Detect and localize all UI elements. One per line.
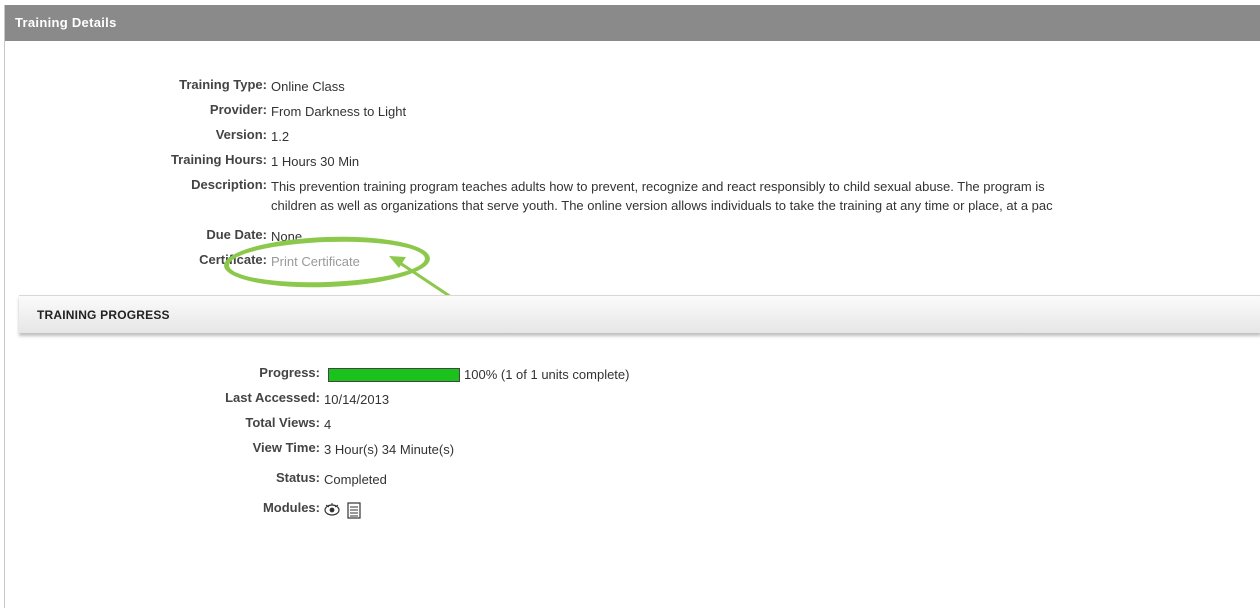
training-progress-header: TRAINING PROGRESS [19,295,1260,333]
view-time-value: 3 Hour(s) 34 Minute(s) [324,442,455,457]
last-accessed-value: 10/14/2013 [324,392,390,407]
last-accessed-row: Last Accessed: [5,390,320,410]
training-progress-title: TRAINING PROGRESS [37,308,170,322]
document-list-icon[interactable] [347,502,361,519]
modules-label: Modules: [262,500,320,515]
last-accessed-label: Last Accessed: [225,390,320,405]
progress-row: Progress: [5,365,320,385]
progress-bar-fill [329,369,459,381]
total-views-row: Total Views: [5,415,320,435]
status-label: Status: [275,470,320,485]
modules-row: Modules: [5,500,320,520]
view-time-row: View Time: [5,440,320,460]
view-time-label: View Time: [252,440,320,455]
progress-label: Progress: [259,365,320,380]
total-views-label: Total Views: [245,415,320,430]
module-icons [324,502,374,520]
view-eye-icon[interactable] [324,503,340,516]
progress-text: 100% (1 of 1 units complete) [464,367,630,382]
status-row: Status: [5,470,320,490]
status-value: Completed [324,472,387,487]
total-views-value: 4 [324,417,332,432]
training-details-panel: Training Details Training Type: Online C… [4,5,1260,608]
progress-bar [328,368,460,382]
